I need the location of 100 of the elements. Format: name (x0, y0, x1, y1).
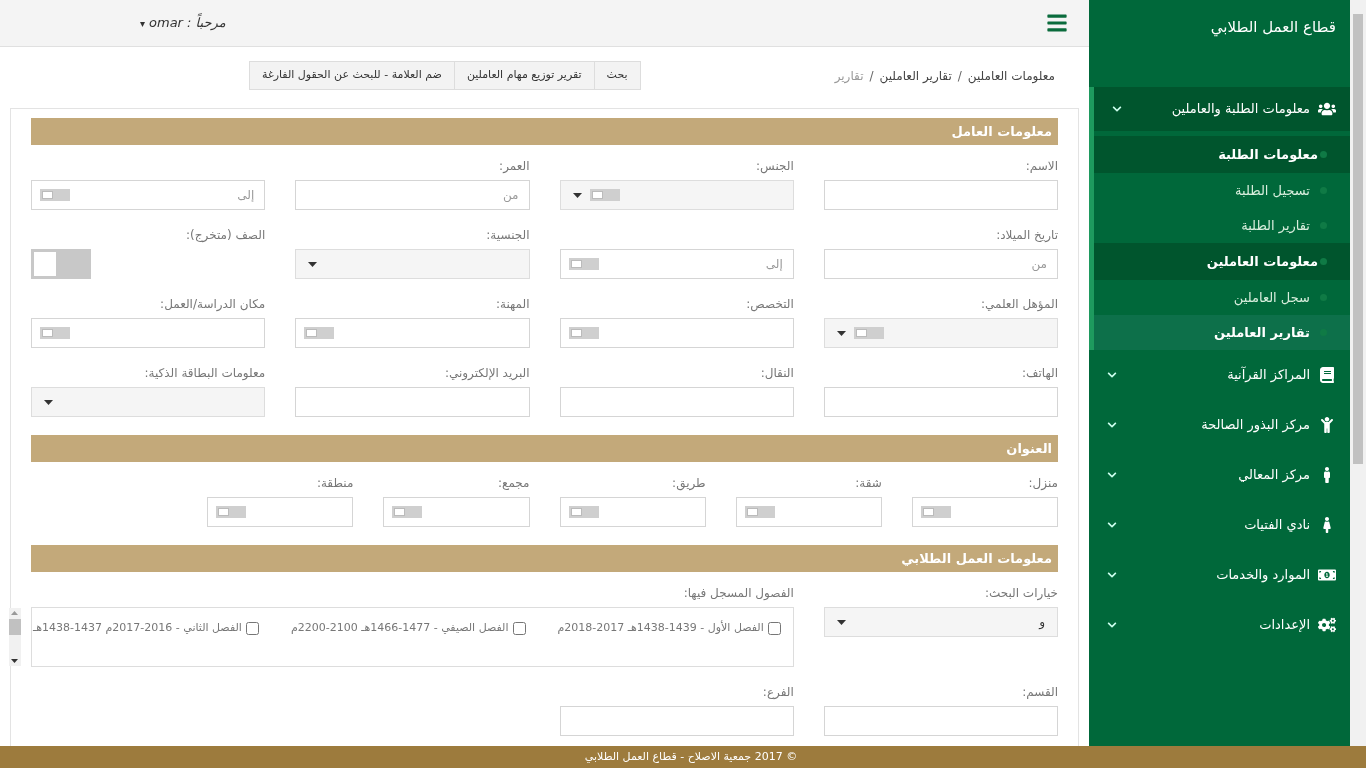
select-field[interactable] (31, 387, 266, 417)
sidebar-menu-item[interactable]: المراكز القرآنية (1089, 350, 1350, 400)
input-field[interactable]: من (823, 249, 1058, 279)
input-field[interactable] (559, 387, 794, 417)
input-field[interactable] (735, 497, 882, 527)
chevron-icon (1107, 420, 1117, 430)
input-field[interactable]: إلى (559, 249, 794, 279)
toggle-switch[interactable] (568, 258, 599, 270)
book-icon (1318, 367, 1336, 383)
input-field[interactable] (559, 318, 794, 348)
input-field[interactable] (207, 497, 354, 527)
scroll-down-arrow-icon[interactable] (11, 659, 19, 663)
field-label: الفصول المسجل فيها: (683, 585, 794, 601)
field-label: شقة: (855, 475, 882, 491)
field-label: مجمع: (497, 475, 530, 491)
scroll-up-arrow-icon[interactable] (11, 611, 19, 615)
caret-icon (308, 261, 318, 267)
toggle-switch[interactable] (216, 506, 247, 518)
field-label: تاريخ الميلاد: (996, 227, 1058, 243)
toggle-switch[interactable] (744, 506, 775, 518)
page-scrollbar[interactable] (1350, 0, 1366, 746)
section-header: معلومات العامل (31, 118, 1058, 145)
chevron-icon (1107, 370, 1117, 380)
input-field[interactable]: من (295, 180, 530, 210)
breadcrumb-current: تقارير (834, 67, 864, 85)
toggle-switch[interactable] (40, 189, 70, 201)
toolbar-button[interactable]: ضم العلامة - للبحث عن الحقول الفارغة (249, 61, 455, 90)
field-label: الاسم: (1025, 158, 1058, 174)
select-field[interactable]: و (823, 607, 1058, 637)
field-label: منطقة: (316, 475, 354, 491)
sidebar-menu-item[interactable]: الموارد والخدمات (1089, 550, 1350, 600)
sidebar-group[interactable]: معلومات العاملين (1094, 243, 1350, 280)
breadcrumb-link[interactable]: تقارير العاملين (879, 66, 952, 85)
select-field[interactable] (559, 180, 794, 210)
sidebar-menu-item[interactable]: نادي الفتيات (1089, 500, 1350, 550)
sidebar-group[interactable]: معلومات الطلبة (1094, 136, 1350, 173)
toggle-switch[interactable] (568, 506, 599, 518)
field-label: معلومات البطاقة الذكية: (144, 365, 266, 381)
toggle-switch[interactable] (304, 327, 335, 339)
toggle-switch[interactable] (853, 327, 884, 339)
sidebar-menu-item[interactable]: مركز المعالي (1089, 450, 1350, 500)
field-label: الجنس: (756, 158, 794, 174)
checkbox[interactable] (512, 621, 526, 635)
scrollbar[interactable] (8, 608, 21, 666)
field-label: البريد الإلكتروني: (444, 365, 530, 381)
sidebar-menu-item[interactable]: مركز البذور الصالحة (1089, 400, 1350, 450)
checkbox-option[interactable]: الفصل الثاني - 2016-2017م 1437-1438هـ (32, 620, 259, 636)
gears-icon (1318, 617, 1336, 633)
checkbox[interactable] (245, 621, 259, 635)
input-field[interactable] (559, 706, 794, 736)
section-header: العنوان (31, 435, 1058, 462)
chevron-icon (1112, 104, 1122, 114)
field-label: خيارات البحث: (984, 585, 1058, 601)
toolbar-button[interactable]: بحث (593, 61, 641, 90)
toggle-switch[interactable] (920, 506, 951, 518)
input-field[interactable] (823, 387, 1058, 417)
user-menu[interactable]: مرحباً : omar ▾ (140, 13, 226, 33)
field-label: النقال: (760, 365, 794, 381)
field-label: التخصص: (746, 296, 794, 312)
checkbox-option[interactable]: الفصل الصيفي - 1477-1466هـ 2100-2200م (290, 620, 526, 636)
input-field[interactable]: إلى (31, 180, 266, 210)
field-label: الجنسية: (486, 227, 530, 243)
toggle-switch[interactable] (31, 249, 91, 279)
toggle-switch[interactable] (392, 506, 423, 518)
select-field[interactable] (295, 249, 530, 279)
input-field[interactable] (295, 387, 530, 417)
select-field[interactable] (823, 318, 1058, 348)
checkbox[interactable] (767, 621, 781, 635)
input-field[interactable] (911, 497, 1058, 527)
sidebar-menu-item[interactable]: معلومات الطلبة والعاملين (1094, 87, 1350, 131)
sidebar-subitem[interactable]: تقارير العاملين (1094, 315, 1350, 350)
sidebar-subitem[interactable]: تقارير الطلبة (1094, 208, 1350, 243)
caret-icon (572, 192, 582, 198)
input-field[interactable] (31, 318, 266, 348)
sidebar-subitem[interactable]: تسجيل الطلبة (1094, 173, 1350, 208)
input-field[interactable] (823, 706, 1058, 736)
checkbox-option[interactable]: الفصل الأول - 1439-1438هـ 2017-2018م (557, 620, 781, 636)
field-label: الفرع: (762, 684, 794, 700)
field-label: الصف (متخرج): (186, 227, 266, 243)
breadcrumb-link[interactable]: معلومات العاملين (967, 66, 1055, 85)
field-label: المؤهل العلمي: (980, 296, 1058, 312)
field-label: الهاتف: (1022, 365, 1058, 381)
child-icon (1318, 417, 1336, 433)
input-field[interactable] (823, 180, 1058, 210)
menu-icon[interactable] (1045, 12, 1069, 34)
toggle-switch[interactable] (40, 327, 70, 339)
field-label: المهنة: (495, 296, 530, 312)
toggle-switch[interactable] (568, 327, 599, 339)
input-field[interactable] (383, 497, 530, 527)
input-field[interactable] (295, 318, 530, 348)
sidebar-menu-item[interactable]: الإعدادات (1089, 600, 1350, 650)
input-field[interactable] (559, 497, 706, 527)
footer: © 2017 جمعية الاصلاح - قطاع العمل الطلابي (0, 746, 1366, 768)
chevron-icon (1107, 570, 1117, 580)
toolbar-button[interactable]: تقرير توزيع مهام العاملين (453, 61, 595, 90)
caret-icon (44, 399, 53, 405)
sidebar-subitem[interactable]: سجل العاملين (1094, 280, 1350, 315)
toggle-switch[interactable] (589, 189, 620, 201)
section-header: معلومات العمل الطلابي (31, 545, 1058, 572)
users-icon (1318, 101, 1336, 117)
